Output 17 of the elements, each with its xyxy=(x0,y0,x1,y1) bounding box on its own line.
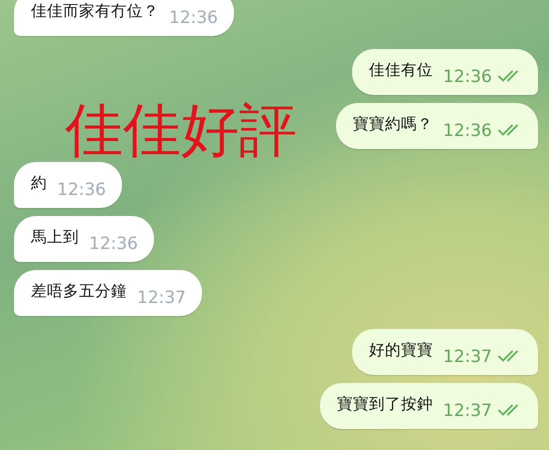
message-text: 差唔多五分鐘 xyxy=(31,281,127,302)
overlay-caption: 佳佳好評 xyxy=(65,96,297,166)
message-text: 馬上到 xyxy=(31,227,79,248)
message-text: 約 xyxy=(31,173,47,194)
message-time: 12:37 xyxy=(443,401,492,423)
message-text: 佳佳而家有冇位？ xyxy=(31,1,159,22)
message-text: 好的寶寶 xyxy=(369,340,433,361)
message-time: 12:36 xyxy=(443,121,492,143)
message-time: 12:37 xyxy=(443,347,492,369)
message-time: 12:36 xyxy=(89,234,138,256)
message-time: 12:36 xyxy=(57,180,106,202)
message-text: 寶寶約嗎？ xyxy=(353,114,433,135)
message-time: 12:36 xyxy=(169,8,218,30)
message-time: 12:36 xyxy=(443,67,492,89)
message-text: 寶寶到了按鈡 xyxy=(337,394,433,415)
message-text: 佳佳有位 xyxy=(369,60,433,81)
message-time: 12:37 xyxy=(137,288,186,310)
